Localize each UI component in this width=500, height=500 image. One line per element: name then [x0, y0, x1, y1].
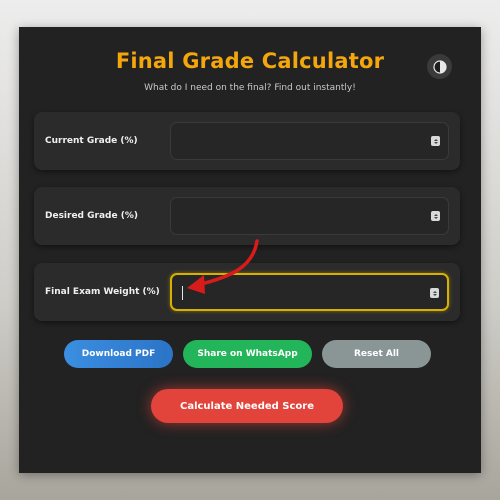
half-moon-icon [432, 59, 447, 74]
page-title: Final Grade Calculator [115, 49, 385, 73]
calculate-button[interactable]: Calculate Needed Score [151, 389, 343, 423]
desired-grade-input[interactable] [170, 197, 449, 235]
desired-grade-label: Desired Grade (%) [45, 211, 138, 221]
current-grade-label: Current Grade (%) [45, 136, 138, 146]
final-weight-row: Final Exam Weight (%) [34, 263, 460, 321]
current-grade-row: Current Grade (%) [34, 112, 460, 170]
theme-toggle-button[interactable] [427, 54, 452, 79]
page-subtitle: What do I need on the final? Find out in… [144, 83, 356, 93]
text-caret [182, 286, 183, 300]
share-whatsapp-button[interactable]: Share on WhatsApp [183, 340, 312, 368]
desired-grade-spinner[interactable] [431, 211, 440, 221]
current-grade-input[interactable] [170, 122, 449, 160]
final-weight-spinner[interactable] [430, 288, 439, 298]
final-weight-label: Final Exam Weight (%) [45, 287, 160, 297]
calculator-card: Final Grade Calculator What do I need on… [19, 27, 481, 473]
reset-all-button[interactable]: Reset All [322, 340, 431, 368]
final-weight-input[interactable] [170, 273, 449, 311]
download-pdf-button[interactable]: Download PDF [64, 340, 173, 368]
current-grade-spinner[interactable] [431, 136, 440, 146]
desired-grade-row: Desired Grade (%) [34, 187, 460, 245]
